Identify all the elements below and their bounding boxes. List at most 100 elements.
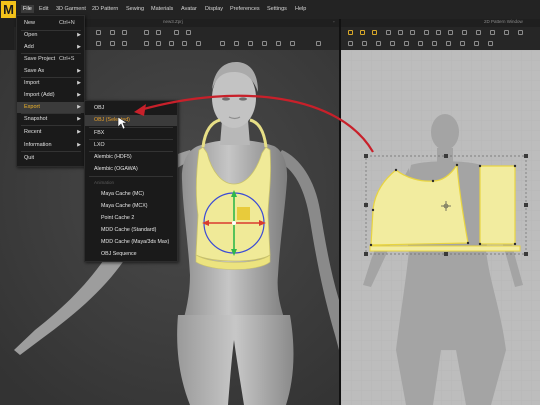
separator [21, 125, 81, 126]
free-sewing-icon[interactable] [504, 30, 509, 35]
arrangement-point-icon[interactable] [122, 41, 127, 46]
menu-display[interactable]: Display [205, 6, 223, 12]
chevron-right-icon: ▶ [77, 142, 81, 148]
skin-offset-icon[interactable] [156, 41, 161, 46]
hanger-icon[interactable] [290, 41, 295, 46]
avatar-left-eye [222, 97, 230, 101]
pattern-piece-back[interactable] [479, 165, 516, 245]
sewing-icon[interactable] [476, 30, 481, 35]
measure-icon[interactable] [174, 30, 179, 35]
internal-polygon-icon[interactable] [424, 30, 429, 35]
avatar-icon[interactable] [96, 41, 101, 46]
graphic-icon[interactable] [262, 41, 267, 46]
edit-point-icon[interactable] [360, 30, 365, 35]
menu-preferences[interactable]: Preferences [230, 6, 260, 12]
menu-2d-pattern[interactable]: 2D Pattern [92, 6, 118, 12]
export-submenu: OBJ OBJ (Selected) FBX LXO Alembic (HDF5… [84, 100, 178, 262]
tack-icon[interactable] [144, 30, 149, 35]
export-alembic-hdf5[interactable]: Alembic (HDF5) [85, 152, 177, 163]
file-menu-save-project[interactable]: Save Project Ctrl+S [17, 54, 84, 65]
trace-icon[interactable] [462, 30, 467, 35]
export-mdd-cache-maya3ds[interactable]: MDD Cache (Maya/3ds Max) [85, 237, 177, 248]
gizmo-center[interactable] [232, 221, 236, 225]
file-menu-new[interactable]: New Ctrl+N [17, 18, 84, 29]
move-icon[interactable] [110, 30, 115, 35]
file-menu-recent[interactable]: Recent ▶ [17, 127, 84, 138]
file-menu-information[interactable]: Information ▶ [17, 140, 84, 151]
chevron-right-icon: ▶ [77, 32, 81, 38]
sphere-icon[interactable] [144, 41, 149, 46]
check-sewing-icon[interactable] [518, 30, 523, 35]
arrange-icon[interactable] [110, 41, 115, 46]
export-obj-sequence[interactable]: OBJ Sequence [85, 249, 177, 260]
button-icon[interactable] [196, 41, 201, 46]
pin-icon[interactable] [122, 30, 127, 35]
puckering-icon[interactable] [234, 41, 239, 46]
seam-allowance-icon[interactable] [362, 41, 367, 46]
menu-materials[interactable]: Materials [151, 6, 173, 12]
camera-icon[interactable] [316, 41, 321, 46]
zipper-icon[interactable] [182, 41, 187, 46]
file-menu-snapshot[interactable]: Snapshot ▶ [17, 114, 84, 125]
circle-icon[interactable] [410, 30, 415, 35]
brush-icon[interactable] [186, 30, 191, 35]
rectangle-icon[interactable] [398, 30, 403, 35]
export-maya-cache-mcx[interactable]: Maya Cache (MCX) [85, 201, 177, 212]
export-fbx[interactable]: FBX [85, 128, 177, 139]
import-add-label: Import (Add) [24, 92, 55, 98]
gizmo-plane-handle[interactable] [237, 207, 250, 220]
file-menu-open[interactable]: Open ▶ [17, 30, 84, 41]
internal-rectangle-icon[interactable] [436, 30, 441, 35]
ruler-icon[interactable] [390, 41, 395, 46]
separator [21, 151, 81, 152]
export-lxo[interactable]: LXO [85, 140, 177, 151]
file-menu-import[interactable]: Import ▶ [17, 78, 84, 89]
2d-pattern-window[interactable] [341, 50, 540, 405]
file-menu-import-add[interactable]: Import (Add) ▶ [17, 90, 84, 101]
add-point-icon[interactable] [372, 30, 377, 35]
select-icon[interactable] [96, 30, 101, 35]
menu-file[interactable]: File [21, 5, 34, 13]
export-alembic-ogawa[interactable]: Alembic (OGAWA) [85, 164, 177, 175]
menu-settings[interactable]: Settings [267, 6, 287, 12]
notch-icon[interactable] [418, 41, 423, 46]
undock-icon[interactable]: ▫ [333, 19, 335, 24]
fold-arrangement-icon[interactable] [446, 41, 451, 46]
fit-icon[interactable] [169, 41, 174, 46]
information-label: Information [24, 142, 52, 148]
pattern-piece-waistband[interactable] [369, 245, 521, 252]
polygon-icon[interactable] [386, 30, 391, 35]
export-obj[interactable]: OBJ [85, 103, 177, 114]
texture-icon[interactable] [248, 41, 253, 46]
snapshot-label: Snapshot [24, 116, 48, 122]
menu-edit[interactable]: Edit [39, 6, 48, 12]
edit-texture-icon[interactable] [460, 41, 465, 46]
file-menu-add[interactable]: Add ▶ [17, 42, 84, 53]
export-point-cache-2[interactable]: Point Cache 2 [85, 213, 177, 224]
pattern-window-title: 2D Pattern Window [484, 19, 523, 24]
binding-icon[interactable] [376, 41, 381, 46]
zoom-icon[interactable] [488, 41, 493, 46]
menu-help[interactable]: Help [295, 6, 306, 12]
menu-3d-garment[interactable]: 3D Garment [56, 6, 86, 12]
annotation-icon[interactable] [404, 41, 409, 46]
dart-icon[interactable] [448, 30, 453, 35]
file-menu-save-as[interactable]: Save As ▶ [17, 66, 84, 77]
transform-pattern-icon[interactable] [348, 30, 353, 35]
menu-sewing[interactable]: Sewing [126, 6, 144, 12]
grid-icon[interactable] [348, 41, 353, 46]
topstitch-icon[interactable] [220, 41, 225, 46]
pleat-icon[interactable] [432, 41, 437, 46]
export-maya-cache-mc[interactable]: Maya Cache (MC) [85, 189, 177, 200]
add-label: Add [24, 44, 34, 50]
trim-icon[interactable] [276, 41, 281, 46]
file-menu-export[interactable]: Export ▶ [17, 102, 84, 113]
graphic-2d-icon[interactable] [474, 41, 479, 46]
menu-avatar[interactable]: Avatar [181, 6, 197, 12]
file-menu-quit[interactable]: Quit [17, 153, 84, 164]
segment-sewing-icon[interactable] [490, 30, 495, 35]
file-menu: New Ctrl+N Open ▶ Add ▶ Save Project Ctr… [16, 15, 85, 167]
fold-icon[interactable] [156, 30, 161, 35]
export-mdd-cache-standard[interactable]: MDD Cache (Standard) [85, 225, 177, 236]
export-obj-selected[interactable]: OBJ (Selected) [85, 115, 177, 126]
